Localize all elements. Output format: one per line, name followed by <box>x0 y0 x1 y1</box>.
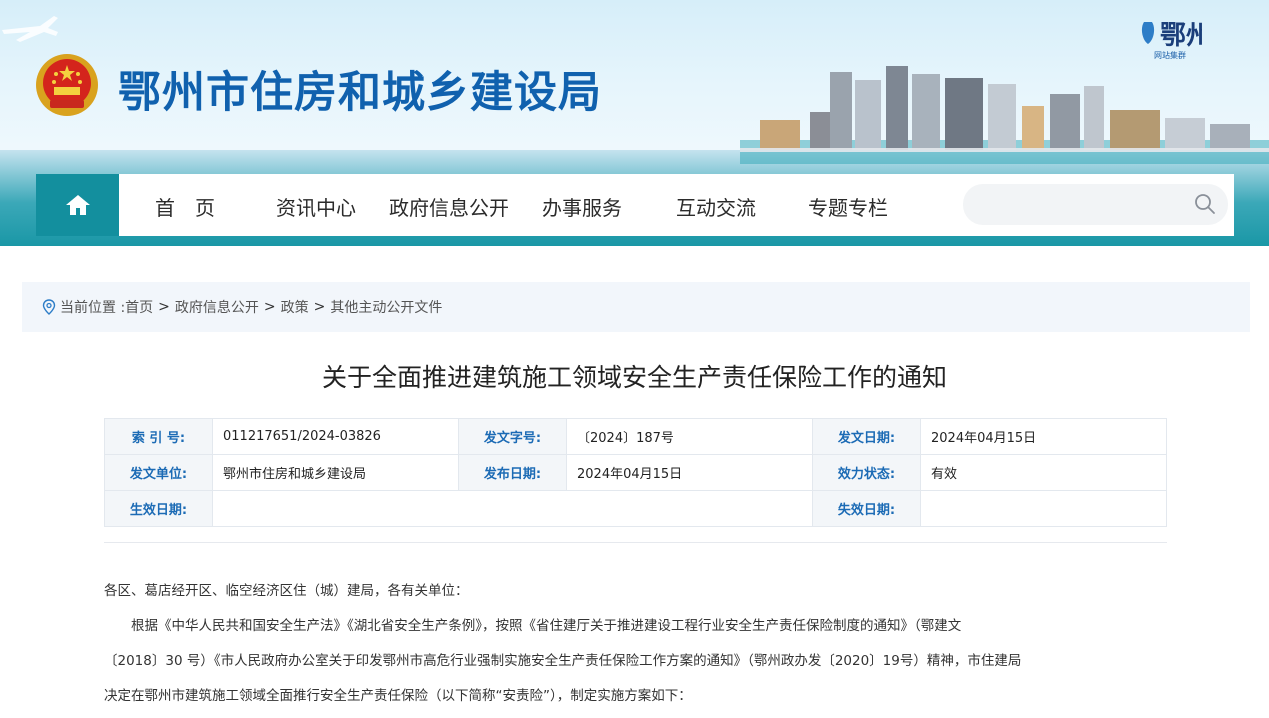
effective-date-value <box>212 490 813 527</box>
table-row: 发文单位: 鄂州市住房和城乡建设局 发布日期: 2024年04月15日 效力状态… <box>104 454 1167 491</box>
nav-item-services[interactable]: 办事服务 <box>542 192 622 221</box>
doc-no-value: 〔2024〕187号 <box>566 418 813 455</box>
nav-item-news[interactable]: 资讯中心 <box>276 192 356 221</box>
index-value: 011217651/2024-03826 <box>212 418 459 455</box>
breadcrumb-item-policy[interactable]: 政策 <box>281 297 309 317</box>
main-nav: 首 页 资讯中心 政府信息公开 办事服务 互动交流 专题专栏 <box>36 174 1234 236</box>
body-paragraph-line: 〔2018〕30 号）《市人民政府办公室关于印发鄂州市高危行业强制实施安全生产责… <box>104 653 1022 669</box>
search-box <box>963 184 1228 225</box>
breadcrumb-separator: > <box>263 299 276 315</box>
nav-item-topics[interactable]: 专题专栏 <box>808 192 888 221</box>
city-logo-subtext: 网站集群 <box>1154 51 1186 60</box>
breadcrumb-prefix: 当前位置 : <box>60 300 126 316</box>
document-meta-table: 索 引 号: 011217651/2024-03826 发文字号: 〔2024〕… <box>104 418 1167 527</box>
search-icon[interactable] <box>1194 193 1216 215</box>
effective-date-label: 生效日期: <box>104 490 213 527</box>
home-icon <box>65 195 90 215</box>
home-button[interactable] <box>36 174 119 236</box>
publish-date-label: 发布日期: <box>458 454 567 491</box>
body-paragraph-line: 决定在鄂州市建筑施工领域全面推行安全生产责任保险（以下简称“安责险”），制定实施… <box>104 688 692 704</box>
breadcrumb-item-home[interactable]: 首页 <box>125 297 153 317</box>
city-logo-glyph: 鄂州 <box>1160 21 1202 51</box>
doc-no-label: 发文字号: <box>458 418 567 455</box>
national-emblem-icon <box>36 54 98 116</box>
index-label: 索 引 号: <box>104 418 213 455</box>
article-title: 关于全面推进建筑施工领域安全生产责任保险工作的通知 <box>321 363 947 392</box>
table-row: 索 引 号: 011217651/2024-03826 发文字号: 〔2024〕… <box>104 418 1167 455</box>
nav-item-home[interactable]: 首 页 <box>155 192 215 221</box>
breadcrumb-item-gov-info[interactable]: 政府信息公开 <box>175 297 259 317</box>
breadcrumb-item-other-files[interactable]: 其他主动公开文件 <box>330 297 442 317</box>
breadcrumb-separator: > <box>158 299 170 315</box>
nav-item-interaction[interactable]: 互动交流 <box>676 192 756 221</box>
article-body: 各区、葛店经开区、临空经济区住（城）建局，各有关单位： 根据《中华人民共和国安全… <box>104 574 1170 714</box>
salutation: 各区、葛店经开区、临空经济区住（城）建局，各有关单位： <box>104 583 469 599</box>
body-paragraph-line: 根据《中华人民共和国安全生产法》《湖北省安全生产条例》，按照《省住建厅关于推进建… <box>131 618 962 634</box>
expire-date-value <box>920 490 1167 527</box>
expire-date-label: 失效日期: <box>812 490 921 527</box>
city-logo-icon: 鄂州 <box>1141 21 1212 51</box>
content-divider <box>104 542 1167 543</box>
breadcrumb-separator: > <box>313 299 326 315</box>
issue-date-value: 2024年04月15日 <box>920 418 1167 455</box>
issuer-label: 发文单位: <box>104 454 213 491</box>
search-input[interactable] <box>963 184 1183 225</box>
city-skyline-illustration <box>740 66 1269 164</box>
status-value: 有效 <box>920 454 1167 491</box>
city-portal-logo[interactable]: 鄂州 网站集群 <box>1138 14 1212 62</box>
issuer-value: 鄂州市住房和城乡建设局 <box>212 454 459 491</box>
issue-date-label: 发文日期: <box>812 418 921 455</box>
publish-date-value: 2024年04月15日 <box>566 454 813 491</box>
nav-item-gov-info[interactable]: 政府信息公开 <box>389 192 509 221</box>
table-row: 生效日期: 失效日期: <box>104 490 1167 527</box>
breadcrumb: 当前位置 : 首页 > 政府信息公开 > 政策 > 其他主动公开文件 <box>22 282 1250 332</box>
site-title[interactable]: 鄂州市住房和城乡建设局 <box>118 58 602 120</box>
status-label: 效力状态: <box>812 454 921 491</box>
location-pin-icon <box>42 299 56 315</box>
airplane-icon <box>2 16 58 42</box>
